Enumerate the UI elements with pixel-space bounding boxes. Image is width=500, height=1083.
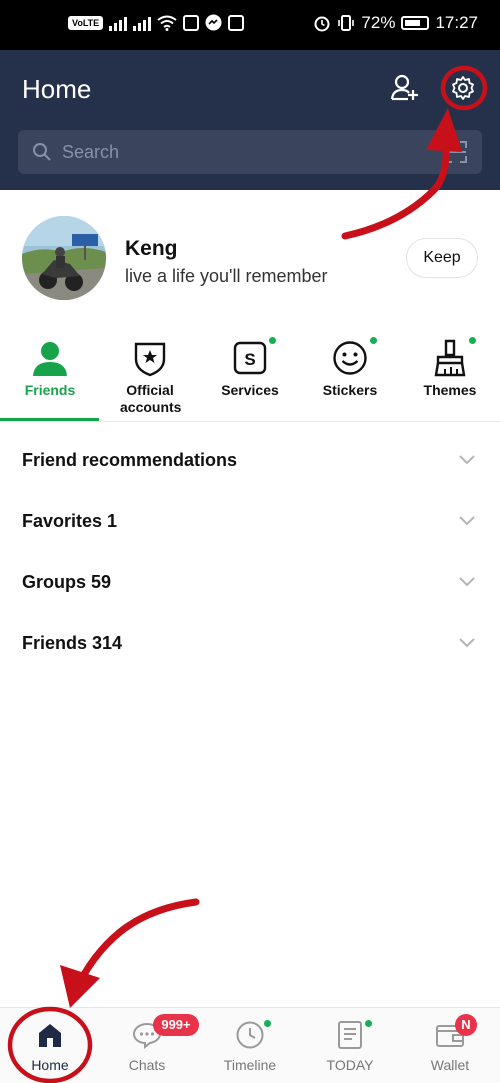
nav-label: Chats — [128, 1057, 166, 1073]
shield-star-icon — [130, 338, 170, 378]
nav-today[interactable]: TODAY — [300, 1008, 400, 1083]
mail-icon — [183, 14, 200, 31]
search-bar[interactable] — [18, 130, 482, 174]
section-groups[interactable]: Groups 59 — [0, 552, 500, 612]
profile-photo — [22, 216, 106, 300]
chevron-down-icon — [459, 577, 475, 587]
category-tabs: Friends Official accounts S Services Sti… — [0, 330, 500, 422]
clock-icon — [235, 1020, 265, 1050]
nav-label: Home — [31, 1057, 69, 1073]
annotation-arrowhead-home — [60, 965, 100, 1008]
section-label: Friend recommendations — [22, 450, 238, 470]
chevron-down-icon — [459, 516, 475, 526]
news-icon — [335, 1020, 365, 1050]
alarm-icon — [314, 16, 330, 32]
search-icon — [33, 143, 51, 161]
bottom-navigation: Home 999+ Chats Timeline TODAY N Wallet — [0, 1007, 500, 1083]
section-favorites[interactable]: Favorites 1 — [0, 491, 500, 551]
nav-wallet[interactable]: N Wallet — [400, 1008, 500, 1083]
new-dot — [269, 337, 276, 344]
wifi-icon — [157, 15, 177, 31]
tab-label: Services — [221, 382, 279, 398]
section-label: Favorites 1 — [22, 511, 118, 531]
mail-icon-2 — [228, 14, 245, 31]
tab-label: Themes — [423, 382, 477, 398]
section-label: Friends 314 — [22, 633, 123, 653]
nav-label: Wallet — [430, 1057, 470, 1073]
active-tab-indicator — [0, 418, 99, 421]
section-friend-recommendations[interactable]: Friend recommendations — [0, 430, 500, 490]
tab-official-accounts[interactable]: Official accounts — [100, 330, 200, 422]
nav-home[interactable]: Home — [0, 1008, 100, 1083]
search-input[interactable] — [62, 141, 402, 163]
tab-themes[interactable]: Themes — [400, 330, 500, 422]
clock-time: 17:27 — [435, 13, 478, 32]
new-dot — [365, 1020, 372, 1027]
brush-icon — [430, 338, 470, 378]
new-dot — [469, 337, 476, 344]
tab-label: Friends — [24, 382, 76, 398]
add-friend-button[interactable] — [385, 68, 425, 108]
messenger-icon — [205, 14, 222, 31]
services-icon-letter: S — [244, 350, 255, 369]
annotation-arrow-home — [72, 898, 200, 994]
profile-status-message: live a life you'll remember — [125, 266, 328, 286]
section-label: Groups 59 — [22, 572, 112, 592]
status-bar: VoLTE 72% 17:27 — [0, 0, 500, 50]
chevron-down-icon — [459, 455, 475, 465]
volte-indicator: VoLTE — [68, 15, 104, 30]
nav-chats[interactable]: 999+ Chats — [97, 1008, 199, 1083]
nav-label: Timeline — [223, 1057, 277, 1073]
battery-icon — [401, 16, 430, 30]
home-header: Home — [0, 50, 500, 190]
page-title: Home — [22, 74, 92, 104]
settings-button[interactable] — [443, 68, 483, 108]
wallet-new-badge: N — [455, 1014, 477, 1036]
nav-timeline[interactable]: Timeline — [200, 1008, 300, 1083]
signal-icon-2 — [133, 15, 152, 31]
new-dot — [264, 1020, 271, 1027]
tab-services[interactable]: S Services — [200, 330, 300, 422]
home-icon — [35, 1020, 65, 1050]
person-icon — [30, 338, 70, 378]
tab-label: Stickers — [322, 382, 378, 398]
tab-friends[interactable]: Friends — [0, 330, 100, 422]
keep-button[interactable]: Keep — [406, 238, 478, 278]
tab-stickers[interactable]: Stickers — [300, 330, 400, 422]
chats-unread-badge: 999+ — [153, 1014, 199, 1036]
smiley-icon — [330, 338, 370, 378]
vibrate-icon — [338, 15, 355, 31]
tab-label: Official accounts — [120, 382, 182, 415]
new-dot — [370, 337, 377, 344]
services-icon: S — [230, 338, 270, 378]
battery-percent: 72% — [361, 13, 396, 32]
signal-icon — [109, 15, 128, 31]
gear-icon — [452, 76, 474, 100]
add-friend-icon — [390, 74, 418, 101]
scan-qr-icon[interactable] — [444, 140, 468, 164]
section-friends[interactable]: Friends 314 — [0, 613, 500, 673]
profile-avatar[interactable] — [22, 216, 106, 300]
chevron-down-icon — [459, 638, 475, 648]
profile-name: Keng — [125, 237, 178, 260]
nav-label: TODAY — [326, 1057, 374, 1073]
